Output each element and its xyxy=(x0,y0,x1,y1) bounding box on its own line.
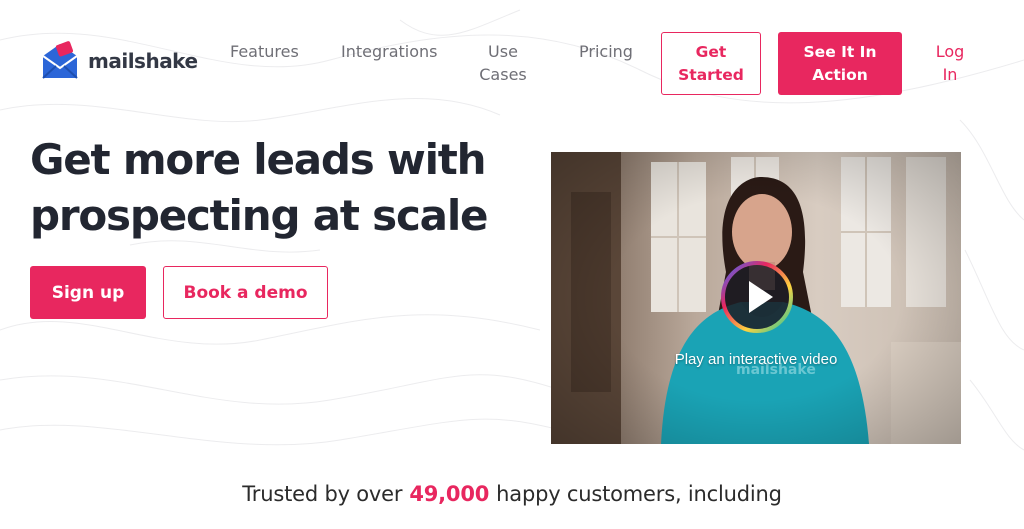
see-it-in-action-button[interactable]: See It In Action xyxy=(778,32,902,95)
hero-headline: Get more leads with prospecting at scale xyxy=(30,132,510,244)
trust-suffix: happy customers, including xyxy=(496,482,782,506)
get-started-button[interactable]: Get Started xyxy=(661,32,761,95)
play-icon[interactable] xyxy=(719,259,795,335)
book-demo-button[interactable]: Book a demo xyxy=(163,266,328,319)
nav-use-cases-line1: Use xyxy=(488,42,518,61)
trust-banner: Trusted by over 49,000 happy customers, … xyxy=(18,468,1006,529)
brand-name: mailshake xyxy=(88,49,198,73)
nav-pricing[interactable]: Pricing xyxy=(579,40,633,63)
login-line1: Log xyxy=(935,42,965,61)
see-it-line2: Action xyxy=(812,65,868,84)
see-it-line1: See It In xyxy=(803,42,877,61)
nav-integrations[interactable]: Integrations xyxy=(341,40,438,63)
customer-count: 49,000 xyxy=(409,482,490,506)
envelope-logo-icon xyxy=(42,41,78,79)
login-line2: In xyxy=(942,65,958,84)
nav-use-cases[interactable]: Use Cases xyxy=(478,40,528,86)
get-started-line2: Started xyxy=(678,65,744,84)
get-started-line1: Get xyxy=(695,42,727,61)
headline-line1: Get more leads with xyxy=(30,135,487,184)
interactive-video[interactable]: mailshake Play an interactive video xyxy=(551,152,961,444)
sign-up-button[interactable]: Sign up xyxy=(30,266,146,319)
video-caption: Play an interactive video xyxy=(674,351,838,368)
nav-features[interactable]: Features xyxy=(230,40,299,63)
landing-page: mailshake Features Integrations Use Case… xyxy=(0,0,1024,529)
trust-prefix: Trusted by over xyxy=(242,482,403,506)
mailshake-logo[interactable]: mailshake xyxy=(40,40,198,82)
login-link[interactable]: Log In xyxy=(930,40,970,86)
headline-line2: prospecting at scale xyxy=(30,191,489,240)
nav-use-cases-line2: Cases xyxy=(479,65,527,84)
